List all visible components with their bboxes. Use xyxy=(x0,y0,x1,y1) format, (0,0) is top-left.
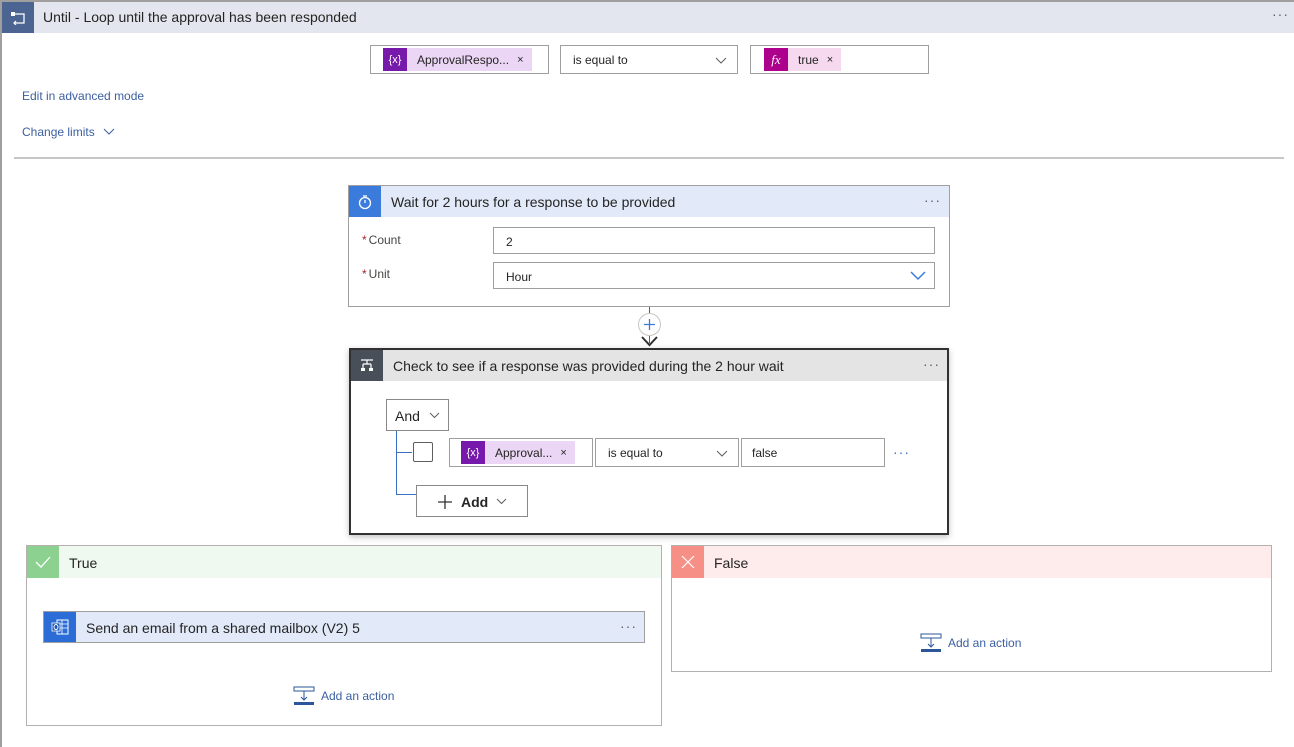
change-limits-label: Change limits xyxy=(22,125,95,139)
unit-label-text: Unit xyxy=(368,267,391,281)
approval-token[interactable]: {x} Approval... × xyxy=(461,441,575,464)
until-more-options-button[interactable]: ··· xyxy=(1272,6,1289,22)
chevron-down-icon xyxy=(910,271,926,281)
operator-value: is equal to xyxy=(608,446,663,460)
timer-icon xyxy=(349,186,381,217)
section-divider xyxy=(14,157,1284,159)
count-label-text: Count xyxy=(368,233,401,247)
plus-icon xyxy=(438,495,452,509)
chevron-down-icon xyxy=(716,450,728,457)
condition-operator-select[interactable]: is equal to xyxy=(595,438,739,467)
count-value: 2 xyxy=(506,235,513,249)
chevron-down-icon xyxy=(496,498,507,505)
plus-icon xyxy=(644,319,655,330)
arrow-down-icon xyxy=(641,336,658,347)
add-action-label: Add an action xyxy=(321,689,395,703)
add-action-icon xyxy=(293,686,315,705)
until-condition-right-field[interactable]: fx true × xyxy=(750,45,929,74)
condition-value-input[interactable]: false xyxy=(741,438,885,467)
count-label: * Count xyxy=(362,233,401,247)
condition-more-options-button[interactable]: ··· xyxy=(923,356,940,372)
condition-value: false xyxy=(752,446,778,460)
expression-token[interactable]: fx true × xyxy=(764,48,842,71)
until-condition-operator-select[interactable]: is equal to xyxy=(560,45,738,74)
delay-card-title: Wait for 2 hours for a response to be pr… xyxy=(391,194,676,210)
frame-border-left xyxy=(0,0,2,747)
send-email-action-title: Send an email from a shared mailbox (V2)… xyxy=(86,620,360,636)
close-icon xyxy=(672,546,704,578)
chevron-down-icon xyxy=(103,128,115,135)
remove-token-button[interactable]: × xyxy=(827,54,833,66)
condition-card-title: Check to see if a response was provided … xyxy=(393,358,784,374)
tree-line xyxy=(396,494,416,495)
condition-left-field[interactable]: {x} Approval... × xyxy=(449,438,593,467)
condition-action-card[interactable]: Check to see if a response was provided … xyxy=(349,348,949,535)
chevron-down-icon xyxy=(429,412,440,419)
delay-action-card[interactable]: Wait for 2 hours for a response to be pr… xyxy=(348,185,950,307)
variable-icon: {x} xyxy=(383,48,407,71)
send-email-more-options-button[interactable]: ··· xyxy=(620,618,637,634)
count-input[interactable]: 2 xyxy=(493,227,935,254)
add-action-icon xyxy=(920,633,942,652)
remove-token-button[interactable]: × xyxy=(560,447,566,459)
unit-label: * Unit xyxy=(362,267,390,281)
check-icon xyxy=(27,546,59,578)
unit-value: Hour xyxy=(506,270,533,284)
remove-token-button[interactable]: × xyxy=(517,54,523,66)
true-branch: True Send an email from a shared mailbox… xyxy=(26,545,662,726)
tree-line xyxy=(396,452,412,453)
required-marker: * xyxy=(362,267,367,281)
chevron-down-icon xyxy=(715,57,727,64)
unit-select[interactable]: Hour xyxy=(493,262,935,289)
insert-step-button[interactable] xyxy=(638,313,661,336)
outlook-icon xyxy=(44,612,76,642)
true-branch-header[interactable] xyxy=(27,546,661,578)
until-loop-title: Until - Loop until the approval has been… xyxy=(43,9,357,25)
true-branch-title: True xyxy=(69,555,98,571)
false-add-action-button[interactable]: Add an action xyxy=(920,633,1021,653)
group-operator-select[interactable]: And xyxy=(386,399,449,431)
group-operator-value: And xyxy=(395,408,420,424)
condition-icon xyxy=(351,350,383,381)
row-more-options-button[interactable]: ··· xyxy=(893,444,910,460)
operator-value: is equal to xyxy=(573,53,628,67)
until-condition-left-field[interactable]: {x} ApprovalRespo... × xyxy=(370,45,549,74)
change-limits-toggle[interactable]: Change limits xyxy=(22,125,115,139)
until-loop-icon xyxy=(2,2,34,33)
add-label: Add xyxy=(461,494,489,510)
edit-in-advanced-mode-link[interactable]: Edit in advanced mode xyxy=(22,89,144,103)
false-branch-header[interactable] xyxy=(672,546,1271,578)
false-branch: False Add an action xyxy=(671,545,1272,672)
expression-fx-icon: fx xyxy=(764,48,788,71)
send-email-action-card[interactable]: Send an email from a shared mailbox (V2)… xyxy=(43,611,645,643)
variable-icon: {x} xyxy=(461,441,485,464)
true-add-action-button[interactable]: Add an action xyxy=(293,686,394,706)
token-label: ApprovalRespo... xyxy=(417,52,510,67)
delay-more-options-button[interactable]: ··· xyxy=(924,192,941,208)
tree-line xyxy=(396,431,397,495)
approval-response-token[interactable]: {x} ApprovalRespo... × xyxy=(383,48,532,71)
token-label: Approval... xyxy=(495,445,553,460)
add-condition-button[interactable]: Add xyxy=(416,485,528,517)
add-action-label: Add an action xyxy=(948,636,1022,650)
required-marker: * xyxy=(362,233,367,247)
token-label: true xyxy=(798,52,819,67)
false-branch-title: False xyxy=(714,555,749,571)
row-select-checkbox[interactable] xyxy=(413,442,433,462)
